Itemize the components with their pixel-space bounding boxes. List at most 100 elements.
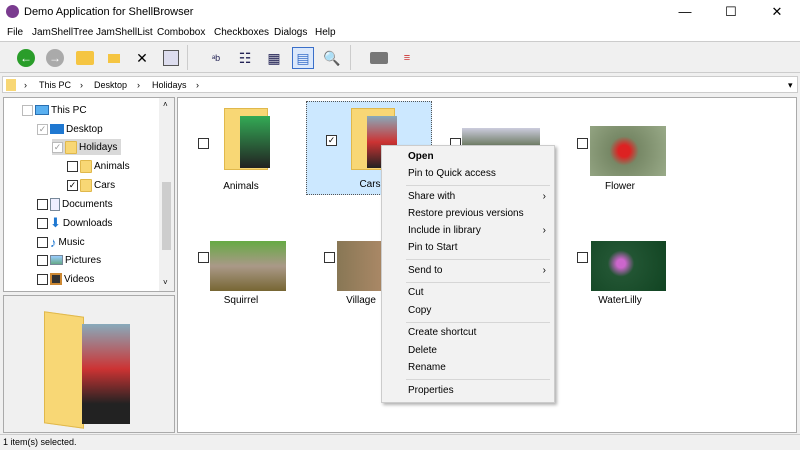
- details-view-button[interactable]: ▤: [292, 47, 314, 69]
- network-drive-button[interactable]: [368, 47, 390, 69]
- checkbox[interactable]: [577, 138, 588, 149]
- list-view-button[interactable]: ▦: [263, 47, 285, 69]
- checkbox[interactable]: ✓: [326, 135, 337, 146]
- toolbar: ← → ✕ ᵃb ☷ ▦ ▤ 🔍 ≡: [0, 41, 800, 73]
- tree-item-animals[interactable]: Animals: [67, 158, 130, 174]
- tree-item-cars[interactable]: ✓ Cars: [67, 177, 115, 193]
- submenu-arrow-icon: ›: [542, 265, 546, 276]
- search-button[interactable]: 🔍: [321, 47, 343, 69]
- breadcrumb-separator[interactable]: ›: [196, 80, 199, 90]
- tree-label: Cars: [94, 179, 116, 191]
- checkbox[interactable]: [37, 198, 48, 210]
- scroll-down-icon[interactable]: ˅: [163, 278, 168, 287]
- checkbox[interactable]: [198, 252, 209, 263]
- music-icon: ♪: [50, 234, 57, 250]
- tree-item-music[interactable]: ♪ Music: [37, 234, 85, 250]
- checkbox[interactable]: ✓: [37, 123, 48, 135]
- menu-bar: File JamShellTree JamShellList Combobox …: [0, 24, 800, 41]
- breadcrumb-separator[interactable]: ›: [24, 80, 27, 90]
- large-icons-button[interactable]: ᵃb: [205, 47, 227, 69]
- tree-item-desktop[interactable]: ✓ Desktop: [37, 121, 103, 137]
- menu-file[interactable]: File: [7, 27, 23, 38]
- up-folder-button[interactable]: [74, 47, 96, 69]
- address-dropdown[interactable]: ▾: [788, 80, 793, 91]
- list-icon: ▦: [267, 49, 281, 66]
- maximize-button[interactable]: ☐: [708, 0, 754, 24]
- scroll-thumb[interactable]: [162, 182, 171, 250]
- tree-item-documents[interactable]: Documents: [37, 196, 113, 212]
- checkbox[interactable]: [577, 252, 588, 263]
- delete-button[interactable]: ✕: [131, 47, 153, 69]
- menu-jamshelltree[interactable]: JamShellTree: [32, 27, 93, 38]
- checkbox[interactable]: [37, 217, 48, 229]
- submenu-arrow-icon: ›: [542, 225, 546, 236]
- tree-item-videos[interactable]: Videos: [37, 271, 94, 287]
- new-folder-button[interactable]: [103, 47, 125, 69]
- waterlilly-thumbnail: [591, 241, 666, 291]
- computer-icon: [35, 105, 49, 115]
- menu-item-pin-to-start[interactable]: Pin to Start: [408, 242, 457, 253]
- menu-jamshelllist[interactable]: JamShellList: [96, 27, 153, 38]
- checkbox[interactable]: [67, 160, 78, 172]
- menu-item-delete[interactable]: Delete: [408, 345, 437, 356]
- breadcrumb-separator[interactable]: ›: [137, 80, 140, 90]
- menu-dialogs[interactable]: Dialogs: [274, 27, 307, 38]
- menu-item-properties[interactable]: Properties: [408, 385, 454, 396]
- scroll-up-icon[interactable]: ˄: [163, 100, 168, 109]
- address-bar[interactable]: › This PC › Desktop › Holidays › ▾: [2, 76, 798, 93]
- tree-item-downloads[interactable]: ⬇ Downloads: [37, 215, 112, 231]
- folder-thumbnail: [240, 116, 270, 168]
- menu-item-create-shortcut[interactable]: Create shortcut: [408, 327, 476, 338]
- list-item-waterlilly[interactable]: WaterLilly: [557, 216, 683, 310]
- breadcrumb-desktop[interactable]: Desktop: [94, 80, 127, 90]
- menu-item-pin-quick-access[interactable]: Pin to Quick access: [408, 168, 496, 179]
- disconnect-button[interactable]: ≡: [396, 47, 418, 69]
- minimize-button[interactable]: —: [662, 0, 708, 24]
- tree-scrollbar[interactable]: ˄ ˅: [159, 98, 174, 291]
- checkbox[interactable]: [37, 273, 48, 285]
- menu-item-include-in-library[interactable]: Include in library: [408, 225, 481, 236]
- checkbox[interactable]: ✓: [67, 179, 78, 191]
- tree-label: This PC: [51, 104, 87, 116]
- breadcrumb-holidays[interactable]: Holidays: [152, 80, 187, 90]
- documents-icon: [50, 197, 60, 211]
- back-button[interactable]: ←: [15, 47, 37, 69]
- list-item-animals[interactable]: Animals: [178, 102, 304, 196]
- list-item-flower[interactable]: Flower: [557, 102, 683, 196]
- tree-item-this-pc[interactable]: This PC: [22, 102, 87, 118]
- menu-item-copy[interactable]: Copy: [408, 305, 431, 316]
- list-item-squirrel[interactable]: Squirrel: [178, 216, 304, 310]
- checkbox[interactable]: [22, 104, 33, 116]
- breadcrumb-separator[interactable]: ›: [80, 80, 83, 90]
- menu-help[interactable]: Help: [315, 27, 336, 38]
- properties-icon: [163, 50, 179, 66]
- folder-tree: This PC ✓ Desktop ✓ Holidays Animals ✓ Cars…: [3, 97, 175, 292]
- breadcrumb-this-pc[interactable]: This PC: [39, 80, 71, 90]
- properties-button[interactable]: [160, 47, 182, 69]
- menu-item-open[interactable]: Open: [408, 151, 434, 162]
- checkbox[interactable]: [198, 138, 209, 149]
- menu-item-cut[interactable]: Cut: [408, 287, 424, 298]
- menu-checkboxes[interactable]: Checkboxes: [214, 27, 269, 38]
- network-drive-icon: [370, 52, 388, 64]
- checkbox[interactable]: [37, 236, 48, 248]
- submenu-arrow-icon: ›: [542, 191, 546, 202]
- checkbox[interactable]: ✓: [52, 141, 63, 153]
- menu-item-restore-previous-versions[interactable]: Restore previous versions: [408, 208, 524, 219]
- menu-item-rename[interactable]: Rename: [408, 362, 446, 373]
- item-label: Flower: [604, 181, 635, 192]
- pictures-icon: [50, 255, 63, 265]
- checkbox[interactable]: [37, 254, 48, 266]
- checkbox[interactable]: [324, 252, 335, 263]
- tree-label: Animals: [94, 160, 130, 172]
- menu-combobox[interactable]: Combobox: [157, 27, 205, 38]
- menu-item-send-to[interactable]: Send to: [408, 265, 442, 276]
- menu-separator: [406, 322, 550, 323]
- menu-item-share-with[interactable]: Share with: [408, 191, 455, 202]
- tree-item-holidays[interactable]: ✓ Holidays: [52, 139, 122, 155]
- close-button[interactable]: ✕: [754, 0, 800, 24]
- tree-item-pictures[interactable]: Pictures: [37, 252, 101, 268]
- title-bar: Demo Application for ShellBrowser — ☐ ✕: [0, 0, 800, 24]
- small-icons-button[interactable]: ☷: [234, 47, 256, 69]
- forward-button[interactable]: →: [44, 47, 66, 69]
